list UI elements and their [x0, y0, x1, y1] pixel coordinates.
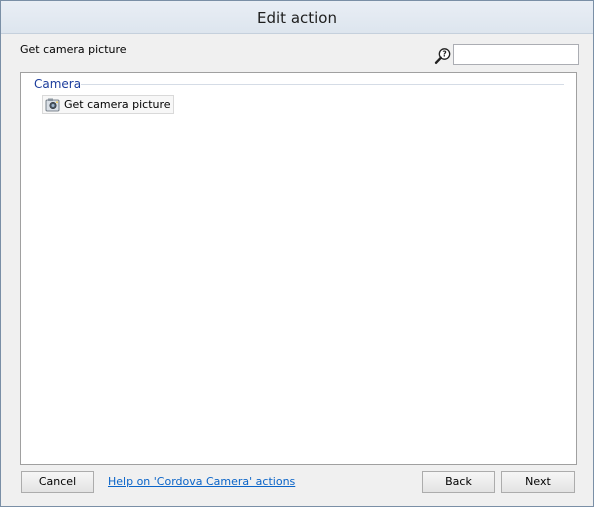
selected-action-label: Get camera picture: [20, 43, 127, 56]
group-header-camera: Camera: [34, 77, 82, 91]
group-divider: [81, 84, 564, 85]
list-item-label: Get camera picture: [64, 98, 171, 111]
search-input[interactable]: [453, 44, 579, 65]
edit-action-dialog: Edit action Get camera picture ? Camera …: [0, 0, 594, 507]
help-link[interactable]: Help on 'Cordova Camera' actions: [108, 475, 295, 488]
next-button[interactable]: Next: [501, 471, 575, 493]
list-item-get-camera-picture[interactable]: Get camera picture: [42, 95, 174, 114]
cancel-button[interactable]: Cancel: [21, 471, 94, 493]
search-help-icon[interactable]: ?: [434, 47, 452, 65]
camera-icon: [45, 97, 61, 113]
window-title: Edit action: [257, 9, 337, 27]
title-bar: Edit action: [1, 1, 593, 34]
svg-text:?: ?: [442, 50, 446, 59]
action-list-panel: Camera Get camera picture: [20, 72, 577, 465]
back-button[interactable]: Back: [422, 471, 495, 493]
